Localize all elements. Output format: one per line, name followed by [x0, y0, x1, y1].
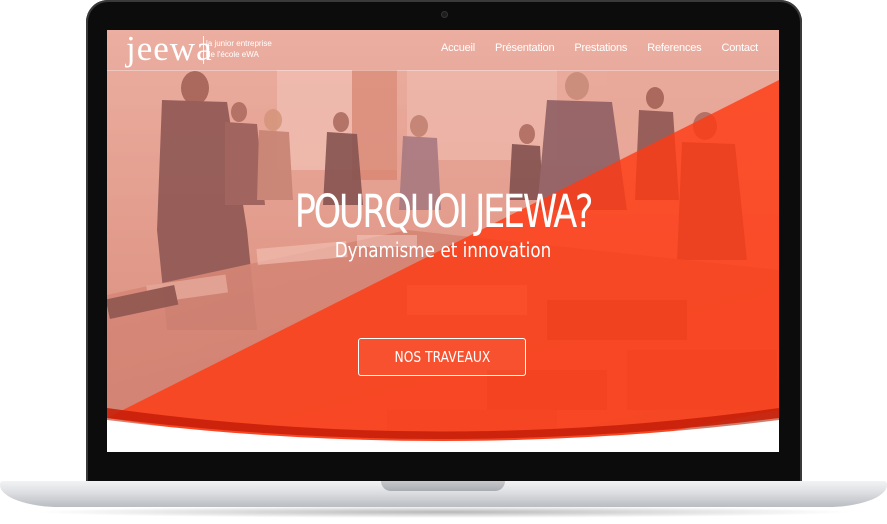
laptop-shadow [30, 506, 857, 518]
nav-item-references[interactable]: References [647, 42, 701, 54]
tagline-line-1: la junior entreprise [206, 39, 272, 48]
nav-item-presentation[interactable]: Présentation [495, 42, 555, 54]
site-logo[interactable]: jeewa [126, 31, 213, 66]
laptop-screen: jeewa la junior entreprise de l'école eW… [107, 30, 779, 452]
laptop-notch [381, 481, 505, 491]
nav-item-prestations[interactable]: Prestations [574, 42, 627, 54]
nav-item-accueil[interactable]: Accueil [441, 42, 475, 54]
site-tagline: la junior entreprise de l'école eWA [206, 38, 296, 60]
main-nav: Accueil Présentation Prestations Referen… [441, 42, 758, 54]
logo-divider [203, 36, 204, 64]
top-navbar: jeewa la junior entreprise de l'école eW… [107, 30, 779, 71]
hero-subtitle: Dynamisme et innovation [334, 238, 552, 262]
nos-travaux-button[interactable]: NOS TRAVEAUX [358, 338, 526, 376]
tagline-line-2: de l'école eWA [206, 50, 259, 59]
cta-label: NOS TRAVEAUX [394, 348, 490, 366]
nav-item-contact[interactable]: Contact [721, 42, 758, 54]
webcam-icon [441, 11, 448, 18]
hero-title: POURQUOI JEEWA? [294, 185, 594, 238]
